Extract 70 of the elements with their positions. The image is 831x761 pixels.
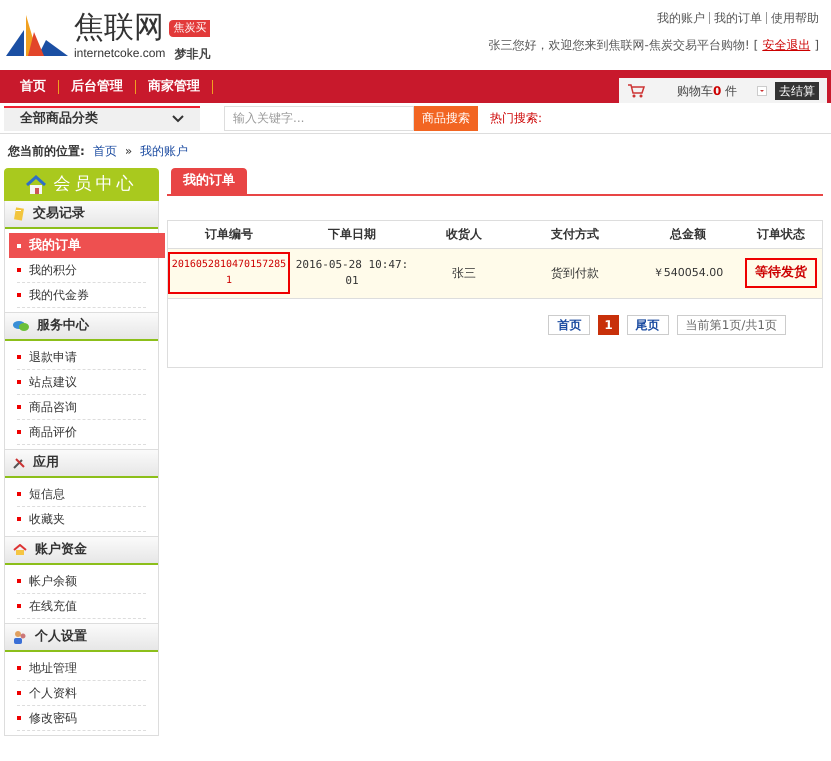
sidebar-item[interactable]: 我的代金券	[17, 283, 146, 308]
page-link[interactable]: 尾页	[626, 314, 669, 334]
dropdown-icon[interactable]	[757, 86, 767, 96]
sidebar-item[interactable]: 站点建议	[17, 370, 146, 395]
checkout-button[interactable]: 去结算	[775, 82, 819, 100]
logo-name: 焦联网	[74, 12, 165, 44]
column-header: 总金额	[668, 226, 707, 243]
column-header: 下单日期	[327, 226, 377, 243]
sidebar-item[interactable]: 帐户余额	[17, 569, 146, 594]
cart-label: 购物车0 件	[677, 82, 738, 100]
breadcrumb-link[interactable]: 首页	[92, 142, 117, 160]
sidebar-header: 会员中心	[4, 168, 159, 201]
section-header: 个人设置	[5, 624, 158, 652]
sidebar-item[interactable]: 我的积分	[17, 258, 146, 283]
sidebar-item[interactable]: 在线充值	[17, 594, 146, 619]
house-icon	[13, 544, 27, 556]
sidebar-item[interactable]: 商品咨询	[17, 395, 146, 420]
top-link[interactable]: 我的订单	[709, 12, 762, 24]
page-button[interactable]: 1	[598, 314, 619, 334]
home-icon	[26, 174, 46, 194]
table-cell-text: 张三	[451, 265, 477, 282]
users-icon	[13, 630, 27, 644]
nav-link[interactable]: 首页	[12, 76, 54, 96]
sidebar-item[interactable]: 修改密码	[17, 706, 146, 731]
column-header: 订单编号	[204, 226, 254, 243]
category-dropdown[interactable]: 全部商品分类	[4, 106, 200, 130]
logo-slogan: 梦非凡	[174, 46, 210, 62]
breadcrumb-label: 您当前的位置:	[8, 143, 85, 160]
cart-icon	[627, 84, 645, 98]
sidebar-item[interactable]: 短信息	[17, 482, 146, 507]
section-header: 服务中心	[5, 313, 158, 341]
sidebar-item[interactable]: 地址管理	[17, 656, 146, 681]
breadcrumb-link[interactable]: 我的账户	[140, 142, 188, 160]
welcome-text: 张三您好，欢迎您来到焦联网-焦炭交易平台购物!	[488, 37, 750, 54]
section-header: 账户资金	[5, 537, 158, 565]
logo-domain: internetcoke.com	[74, 45, 166, 62]
sidebar-item[interactable]: 个人资料	[17, 681, 146, 706]
section-header: 应用	[5, 450, 158, 478]
cart-box[interactable]: 购物车0 件 去结算	[619, 78, 827, 103]
status-label: 等待发货	[745, 258, 817, 288]
column-header: 收货人	[445, 226, 483, 243]
hot-search-label: 热门搜索:	[490, 110, 542, 127]
bracket: ]	[814, 37, 819, 54]
sidebar-item[interactable]: 我的订单	[9, 233, 165, 258]
page-info: 当前第1页/共1页	[676, 314, 786, 334]
nav-link[interactable]: 商家管理	[140, 76, 208, 96]
table-cell-text: ￥540054.00	[652, 264, 724, 281]
chevron-down-icon	[172, 115, 184, 123]
logo-tag: 焦炭买	[169, 20, 210, 36]
note-icon	[13, 207, 25, 221]
column-header: 订单状态	[756, 226, 806, 243]
sidebar-item[interactable]: 收藏夹	[17, 507, 146, 532]
search-field[interactable]: 输入关键字...	[224, 106, 414, 130]
sidebar-item[interactable]: 商品评价	[17, 420, 146, 445]
chat-icon	[13, 320, 29, 332]
order-number[interactable]: 20160528104701572851	[168, 252, 290, 294]
tab[interactable]: 我的订单	[171, 168, 247, 194]
top-link[interactable]: 我的账户	[657, 12, 705, 24]
top-link[interactable]: 使用帮助	[766, 12, 819, 24]
table-cell-text: 2016-05-28 10:47:01	[294, 257, 410, 289]
tools-icon	[13, 457, 25, 469]
breadcrumb-separator: »	[124, 143, 132, 160]
sidebar-item[interactable]: 退款申请	[17, 345, 146, 370]
nav-link[interactable]: 后台管理	[63, 76, 131, 96]
page-link[interactable]: 首页	[548, 314, 590, 334]
table-cell-text: 货到付款	[550, 265, 600, 282]
logout-link[interactable]: 安全退出	[762, 36, 810, 54]
section-header: 交易记录	[5, 201, 158, 229]
column-header: 支付方式	[550, 226, 600, 243]
bracket: [	[754, 37, 758, 54]
